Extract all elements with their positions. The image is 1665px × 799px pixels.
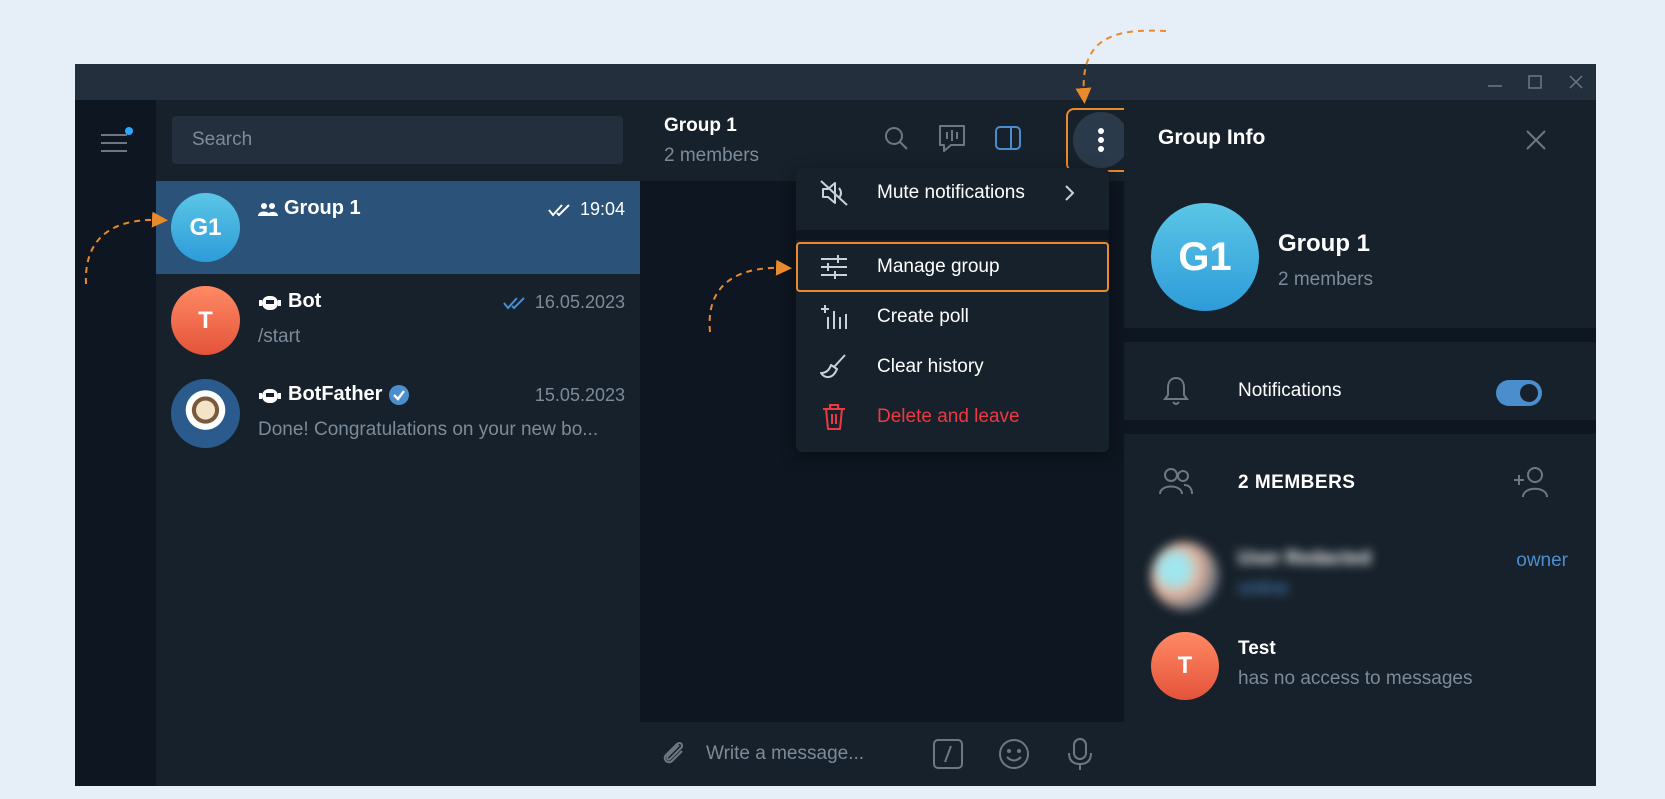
arrow-to-manage-group xyxy=(708,259,792,333)
annotation-arrows xyxy=(84,29,1167,333)
arrow-to-group-chat xyxy=(84,211,168,285)
arrow-to-more-button xyxy=(1075,29,1167,104)
